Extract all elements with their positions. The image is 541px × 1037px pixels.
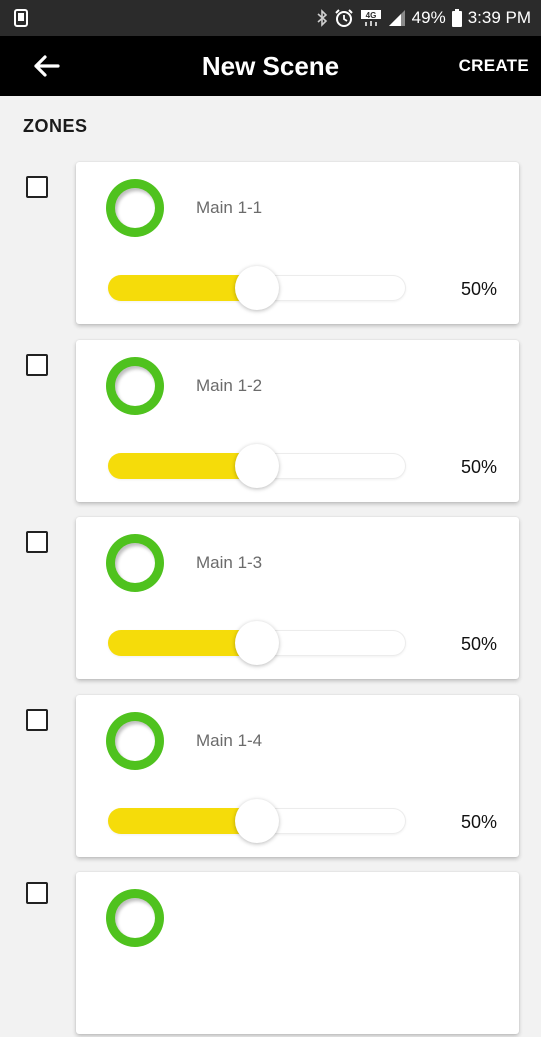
zone-card <box>76 872 519 1034</box>
zone-power-toggle[interactable] <box>106 534 164 592</box>
zone-checkbox[interactable] <box>26 882 48 904</box>
zone-card: Main 1-4 50% <box>76 695 519 857</box>
zone-power-toggle[interactable] <box>106 357 164 415</box>
zone-level-value: 50% <box>460 634 497 654</box>
lte-icon: 4G <box>360 9 382 27</box>
slider-thumb[interactable] <box>235 444 279 488</box>
app-bar: New Scene CREATE <box>0 36 541 96</box>
zone-checkbox[interactable] <box>26 709 48 731</box>
zone-card: Main 1-2 50% <box>76 340 519 502</box>
zone-checkbox[interactable] <box>26 354 48 376</box>
zone-power-toggle[interactable] <box>106 179 164 237</box>
back-button[interactable] <box>28 50 64 82</box>
zone-name: Main 1-3 <box>196 553 263 572</box>
zone-level-value: 50% <box>460 812 497 832</box>
svg-text:4G: 4G <box>365 11 376 20</box>
zone-name: Main 1-4 <box>196 731 263 750</box>
back-arrow-icon <box>34 55 60 77</box>
signal-icon <box>388 9 406 27</box>
zone-name: Main 1-2 <box>196 376 263 395</box>
zones-section-label: ZONES <box>23 116 88 136</box>
dimmer-slider[interactable] <box>108 799 406 843</box>
zone-checkbox[interactable] <box>26 176 48 198</box>
zone-row: Main 1-1 50% <box>0 162 541 327</box>
status-bar: 4G 49% 3:39 PM <box>0 0 541 36</box>
phone-notification-icon <box>14 9 28 27</box>
battery-percent: 49% <box>411 8 446 27</box>
zone-card: Main 1-3 50% <box>76 517 519 679</box>
slider-thumb[interactable] <box>235 266 279 310</box>
slider-thumb[interactable] <box>235 799 279 843</box>
zone-row: Main 1-3 50% <box>0 517 541 682</box>
zone-row: Main 1-2 50% <box>0 340 541 505</box>
dimmer-slider[interactable] <box>108 621 406 665</box>
slider-thumb[interactable] <box>235 621 279 665</box>
zone-card: Main 1-1 50% <box>76 162 519 324</box>
dimmer-slider[interactable] <box>108 444 406 488</box>
zone-power-toggle[interactable] <box>106 712 164 770</box>
battery-icon <box>451 9 462 27</box>
zone-level-value: 50% <box>460 457 497 477</box>
alarm-icon <box>334 8 354 28</box>
zone-row: Main 1-4 50% <box>0 695 541 860</box>
zone-checkbox[interactable] <box>26 531 48 553</box>
zone-row <box>0 872 541 1037</box>
create-button[interactable]: CREATE <box>459 36 529 96</box>
zone-power-toggle[interactable] <box>106 889 164 947</box>
dimmer-slider[interactable] <box>108 266 406 310</box>
zone-level-value: 50% <box>460 279 497 299</box>
zone-name: Main 1-1 <box>196 198 263 217</box>
bluetooth-icon <box>316 9 328 27</box>
clock: 3:39 PM <box>467 8 531 27</box>
